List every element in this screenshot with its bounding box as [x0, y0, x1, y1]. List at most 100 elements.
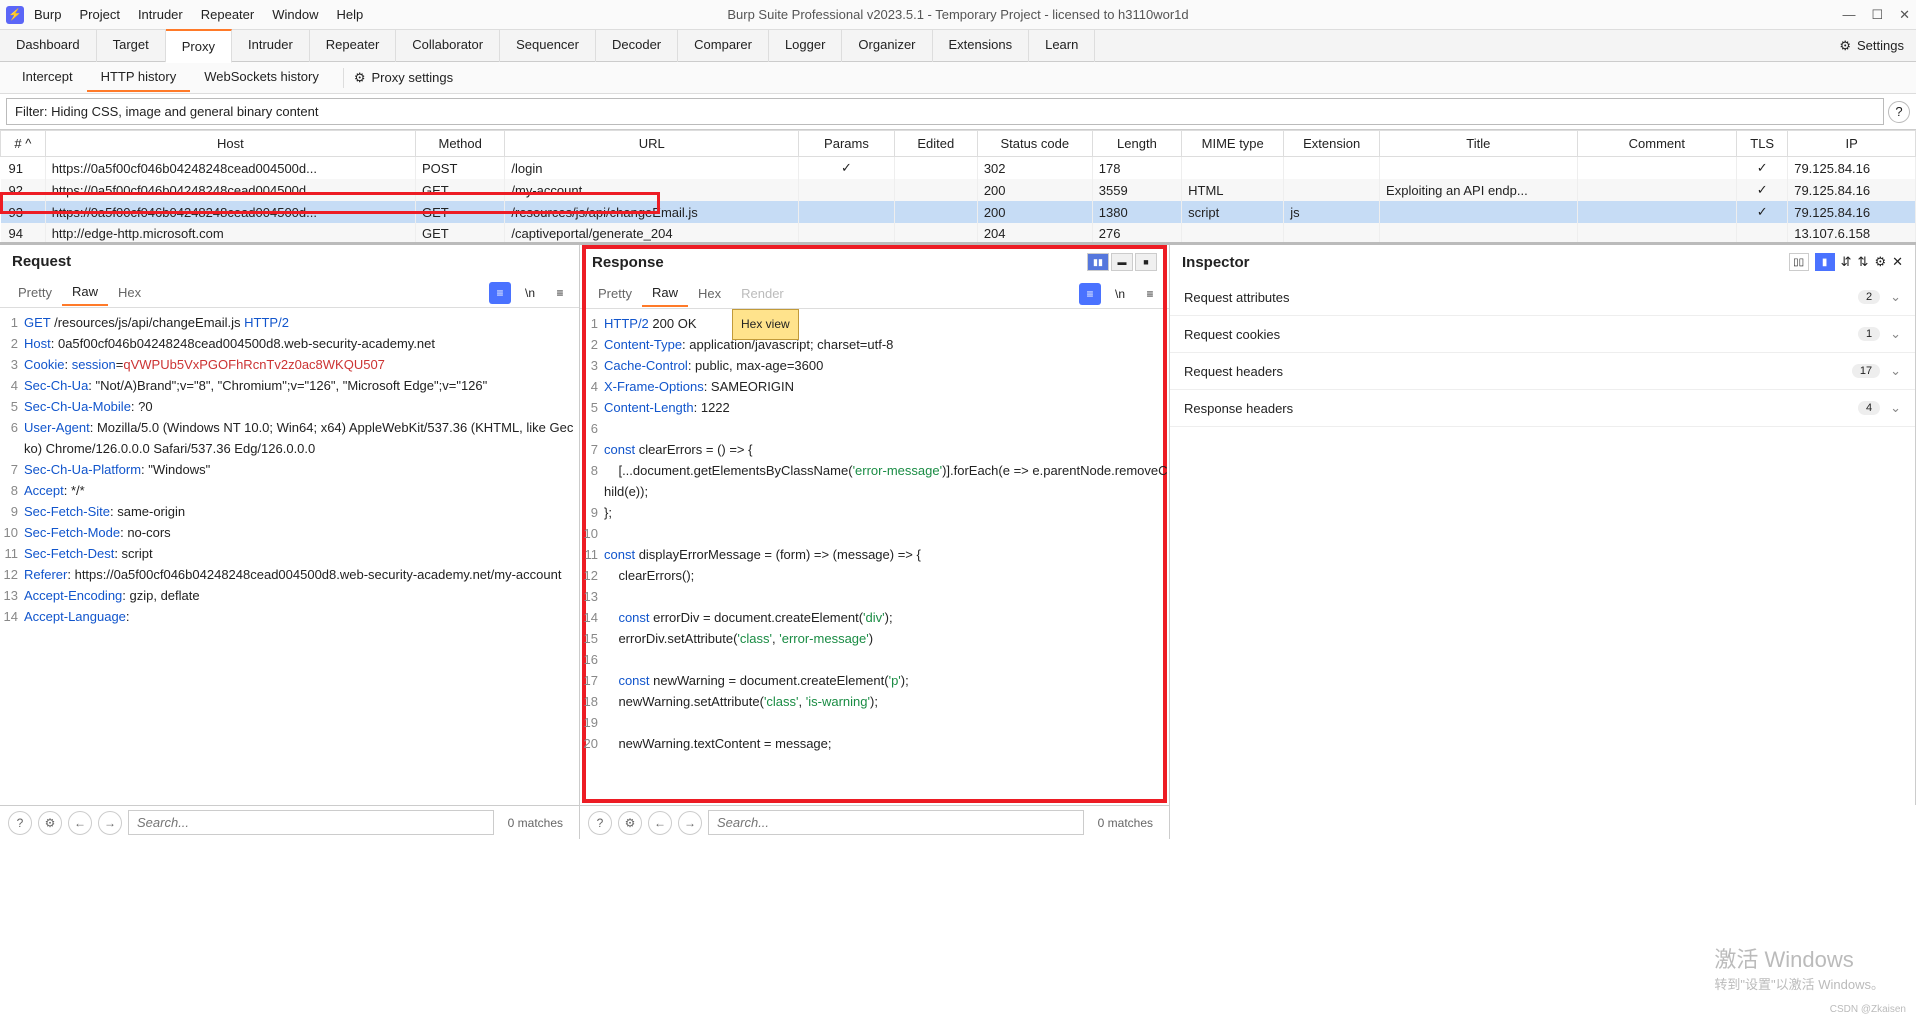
- layout-single-icon[interactable]: ■: [1135, 253, 1157, 271]
- filter-bar: Filter: Hiding CSS, image and general bi…: [0, 94, 1916, 130]
- gear-icon[interactable]: ⚙: [1839, 38, 1851, 54]
- subtab-intercept[interactable]: Intercept: [8, 63, 87, 92]
- inspector-section[interactable]: Request cookies1⌄: [1170, 316, 1915, 353]
- search-input[interactable]: [708, 810, 1084, 835]
- menu-intruder[interactable]: Intruder: [138, 7, 183, 22]
- tab-sequencer[interactable]: Sequencer: [500, 29, 596, 62]
- hex-view-tooltip: Hex view: [732, 309, 799, 340]
- tab-intruder[interactable]: Intruder: [232, 29, 310, 62]
- view-tab-hex[interactable]: Hex: [108, 280, 151, 305]
- column-header[interactable]: Comment: [1577, 131, 1737, 157]
- view-tab-pretty[interactable]: Pretty: [8, 280, 62, 305]
- windows-activation-watermark: 激活 Windows 转到"设置"以激活 Windows。: [1714, 942, 1884, 993]
- tab-proxy[interactable]: Proxy: [166, 29, 232, 63]
- tab-comparer[interactable]: Comparer: [678, 29, 769, 62]
- tab-target[interactable]: Target: [97, 29, 166, 62]
- column-header[interactable]: Title: [1380, 131, 1577, 157]
- settings-link[interactable]: Settings: [1857, 38, 1904, 53]
- column-header[interactable]: Edited: [894, 131, 977, 157]
- burp-logo-icon: ⚡: [6, 6, 24, 24]
- tab-collaborator[interactable]: Collaborator: [396, 29, 500, 62]
- request-editor[interactable]: 1GET /resources/js/api/changeEmail.js HT…: [0, 308, 579, 805]
- menu-project[interactable]: Project: [79, 7, 119, 22]
- gear-icon[interactable]: ⚙: [1874, 254, 1886, 270]
- chevron-down-icon: ⌄: [1890, 289, 1901, 305]
- subtab-websockets-history[interactable]: WebSockets history: [190, 63, 333, 92]
- column-header[interactable]: URL: [505, 131, 799, 157]
- tab-organizer[interactable]: Organizer: [842, 29, 932, 62]
- close-icon[interactable]: ✕: [1899, 7, 1910, 23]
- proxy-settings-link[interactable]: Proxy settings: [372, 70, 454, 85]
- table-row[interactable]: 91https://0a5f00cf046b04248248cead004500…: [1, 157, 1916, 180]
- table-row[interactable]: 93https://0a5f00cf046b04248248cead004500…: [1, 201, 1916, 223]
- tab-logger[interactable]: Logger: [769, 29, 842, 62]
- tab-learn[interactable]: Learn: [1029, 29, 1095, 62]
- maximize-icon[interactable]: ☐: [1871, 7, 1883, 23]
- layout-icon[interactable]: ▯▯: [1789, 253, 1809, 271]
- help-icon[interactable]: ?: [1888, 101, 1910, 123]
- newline-icon[interactable]: \n: [1109, 283, 1131, 305]
- menu-window[interactable]: Window: [272, 7, 318, 22]
- tab-extensions[interactable]: Extensions: [933, 29, 1030, 62]
- view-tab-pretty[interactable]: Pretty: [588, 281, 642, 306]
- inspector-section[interactable]: Response headers4⌄: [1170, 390, 1915, 427]
- match-count: 0 matches: [1090, 816, 1161, 830]
- filter-input[interactable]: Filter: Hiding CSS, image and general bi…: [6, 98, 1884, 125]
- actions-icon[interactable]: ≡: [489, 282, 511, 304]
- next-icon[interactable]: →: [98, 811, 122, 835]
- column-header[interactable]: Method: [416, 131, 505, 157]
- help-icon[interactable]: ?: [588, 811, 612, 835]
- view-tab-render: Render: [731, 281, 794, 306]
- main-tabs: DashboardTargetProxyIntruderRepeaterColl…: [0, 30, 1916, 62]
- close-icon[interactable]: ✕: [1892, 254, 1903, 270]
- menu-repeater[interactable]: Repeater: [201, 7, 254, 22]
- prev-icon[interactable]: ←: [68, 811, 92, 835]
- view-tab-hex[interactable]: Hex: [688, 281, 731, 306]
- tab-repeater[interactable]: Repeater: [310, 29, 396, 62]
- http-history-table: # ^HostMethodURLParamsEditedStatus codeL…: [0, 130, 1916, 245]
- layout-rows-icon[interactable]: ▬: [1111, 253, 1133, 271]
- help-icon[interactable]: ?: [8, 811, 32, 835]
- inspector-section[interactable]: Request attributes2⌄: [1170, 279, 1915, 316]
- column-header[interactable]: MIME type: [1182, 131, 1284, 157]
- next-icon[interactable]: →: [678, 811, 702, 835]
- table-row[interactable]: 92https://0a5f00cf046b04248248cead004500…: [1, 179, 1916, 201]
- inspector-section[interactable]: Request headers17⌄: [1170, 353, 1915, 390]
- layout-icon-active[interactable]: ▮: [1815, 253, 1835, 271]
- gear-icon[interactable]: ⚙: [618, 811, 642, 835]
- title-bar: ⚡ BurpProjectIntruderRepeaterWindowHelp …: [0, 0, 1916, 30]
- tab-decoder[interactable]: Decoder: [596, 29, 678, 62]
- search-input[interactable]: [128, 810, 494, 835]
- column-header[interactable]: # ^: [1, 131, 46, 157]
- newline-icon[interactable]: \n: [519, 282, 541, 304]
- column-header[interactable]: TLS: [1737, 131, 1788, 157]
- proxy-sub-tabs: InterceptHTTP historyWebSockets history …: [0, 62, 1916, 94]
- collapse-icon[interactable]: ⇵: [1841, 254, 1852, 270]
- hamburger-icon[interactable]: ≡: [549, 282, 571, 304]
- minimize-icon[interactable]: —: [1842, 7, 1855, 23]
- inspector-title: Inspector: [1182, 254, 1250, 271]
- response-editor[interactable]: Hex view 1HTTP/2 200 OK2Content-Type: ap…: [580, 309, 1169, 805]
- expand-icon[interactable]: ⇅: [1858, 254, 1869, 270]
- menu-help[interactable]: Help: [336, 7, 363, 22]
- column-header[interactable]: Params: [799, 131, 895, 157]
- response-panel: Response ▮▮ ▬ ■ PrettyRawHexRender ≡ \n …: [580, 245, 1170, 805]
- column-header[interactable]: IP: [1788, 131, 1916, 157]
- column-header[interactable]: Host: [45, 131, 415, 157]
- prev-icon[interactable]: ←: [648, 811, 672, 835]
- column-header[interactable]: Extension: [1284, 131, 1380, 157]
- menu-burp[interactable]: Burp: [34, 7, 61, 22]
- response-title: Response: [592, 254, 664, 271]
- hamburger-icon[interactable]: ≡: [1139, 283, 1161, 305]
- subtab-http-history[interactable]: HTTP history: [87, 63, 191, 92]
- column-header[interactable]: Length: [1092, 131, 1181, 157]
- table-row[interactable]: 94http://edge-http.microsoft.comGET/capt…: [1, 223, 1916, 244]
- gear-icon[interactable]: ⚙: [38, 811, 62, 835]
- request-panel: Request PrettyRawHex ≡ \n ≡ 1GET /resour…: [0, 245, 580, 805]
- column-header[interactable]: Status code: [977, 131, 1092, 157]
- layout-columns-icon[interactable]: ▮▮: [1087, 253, 1109, 271]
- view-tab-raw[interactable]: Raw: [62, 279, 108, 306]
- actions-icon[interactable]: ≡: [1079, 283, 1101, 305]
- tab-dashboard[interactable]: Dashboard: [0, 29, 97, 62]
- view-tab-raw[interactable]: Raw: [642, 280, 688, 307]
